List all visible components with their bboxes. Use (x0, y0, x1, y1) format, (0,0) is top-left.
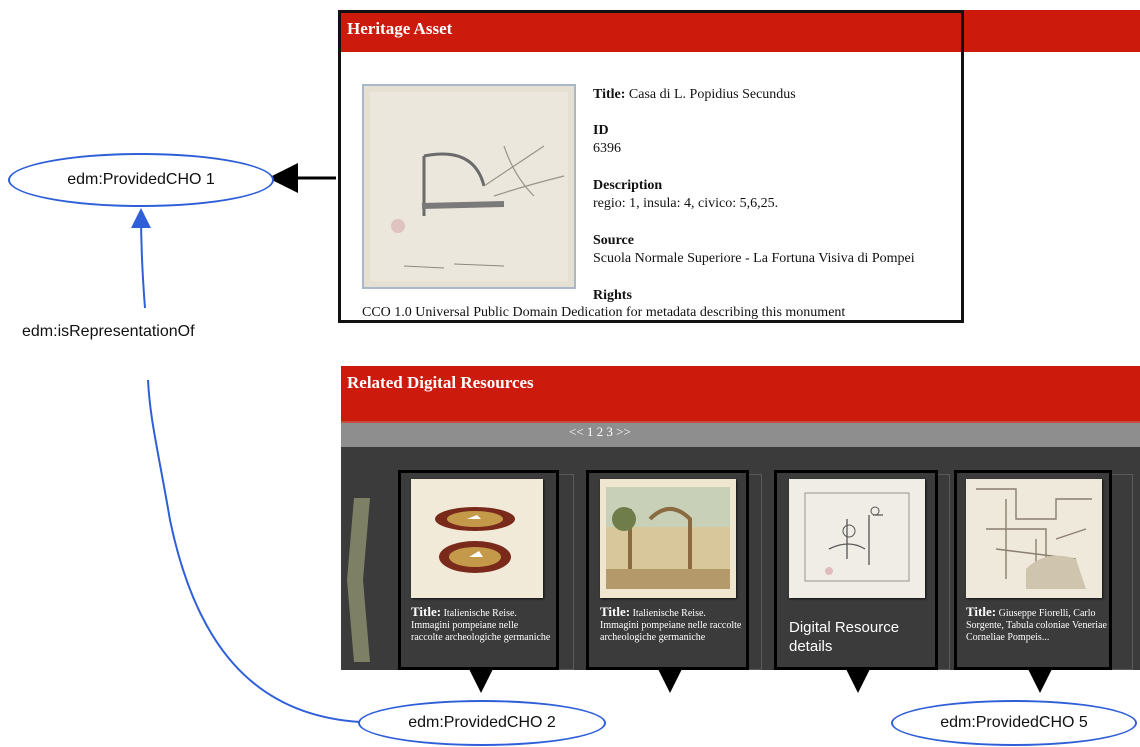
sketch-drawing (364, 86, 574, 287)
asset-title-value: Casa di L. Popidius Secundus (628, 87, 796, 102)
asset-rights-value: CCO 1.0 Universal Public Domain Dedicati… (362, 305, 846, 320)
asset-id-value: 6396 (593, 141, 621, 156)
resource-thumbnail-3[interactable] (789, 479, 925, 598)
asset-description-value: regio: 1, insula: 4, civico: 5,6,25. (593, 196, 779, 211)
pagination-links[interactable]: << 1 2 3 >> (569, 424, 631, 440)
painting-image (600, 479, 736, 598)
resource-thumbnail-2[interactable] (600, 479, 736, 598)
is-representation-of-curve-upper (131, 208, 152, 309)
resource-card-2-caption: Title: Italienische Reise. Immagini pomp… (600, 604, 742, 644)
asset-id-label: ID (593, 123, 609, 138)
node-provided-cho-1: edm:ProvidedCHO 1 (8, 153, 274, 207)
resource-card-2-title-label: Title: (600, 604, 631, 619)
resource-card-3-details[interactable]: Digital Resource details (789, 618, 929, 656)
asset-title-label: Title: (593, 87, 626, 102)
asset-rights-label: Rights (593, 288, 632, 303)
edge-label-is-representation-of: edm:isRepresentationOf (20, 323, 197, 341)
painting-image (411, 479, 543, 598)
resource-thumbnail-4[interactable] (966, 479, 1102, 598)
resource-card-1-caption: Title: Italienische Reise. Immagini pomp… (411, 604, 551, 644)
heritage-asset-image[interactable] (362, 84, 576, 289)
sketch-image (789, 479, 925, 598)
is-representation-of-curve-lower (147, 379, 361, 723)
asset-source-label: Source (593, 233, 634, 248)
pagination-bar (341, 421, 1140, 449)
asset-description-label: Description (593, 178, 663, 193)
node-provided-cho-2: edm:ProvidedCHO 2 (358, 700, 606, 746)
node-provided-cho-5: edm:ProvidedCHO 5 (891, 700, 1137, 746)
asset-source-value: Scuola Normale Superiore - La Fortuna Vi… (593, 251, 915, 266)
asset-title-row: Title: Casa di L. Popidius Secundus (593, 87, 796, 103)
resource-card-4-caption: Title: Giuseppe Fiorelli, Carlo Sorgente… (966, 604, 1110, 644)
resource-card-4-title-label: Title: (966, 604, 997, 619)
resource-card-1-title-label: Title: (411, 604, 442, 619)
map-image (966, 479, 1102, 598)
resource-thumbnail-1[interactable] (411, 479, 543, 598)
related-resources-header: Related Digital Resources (347, 373, 534, 392)
